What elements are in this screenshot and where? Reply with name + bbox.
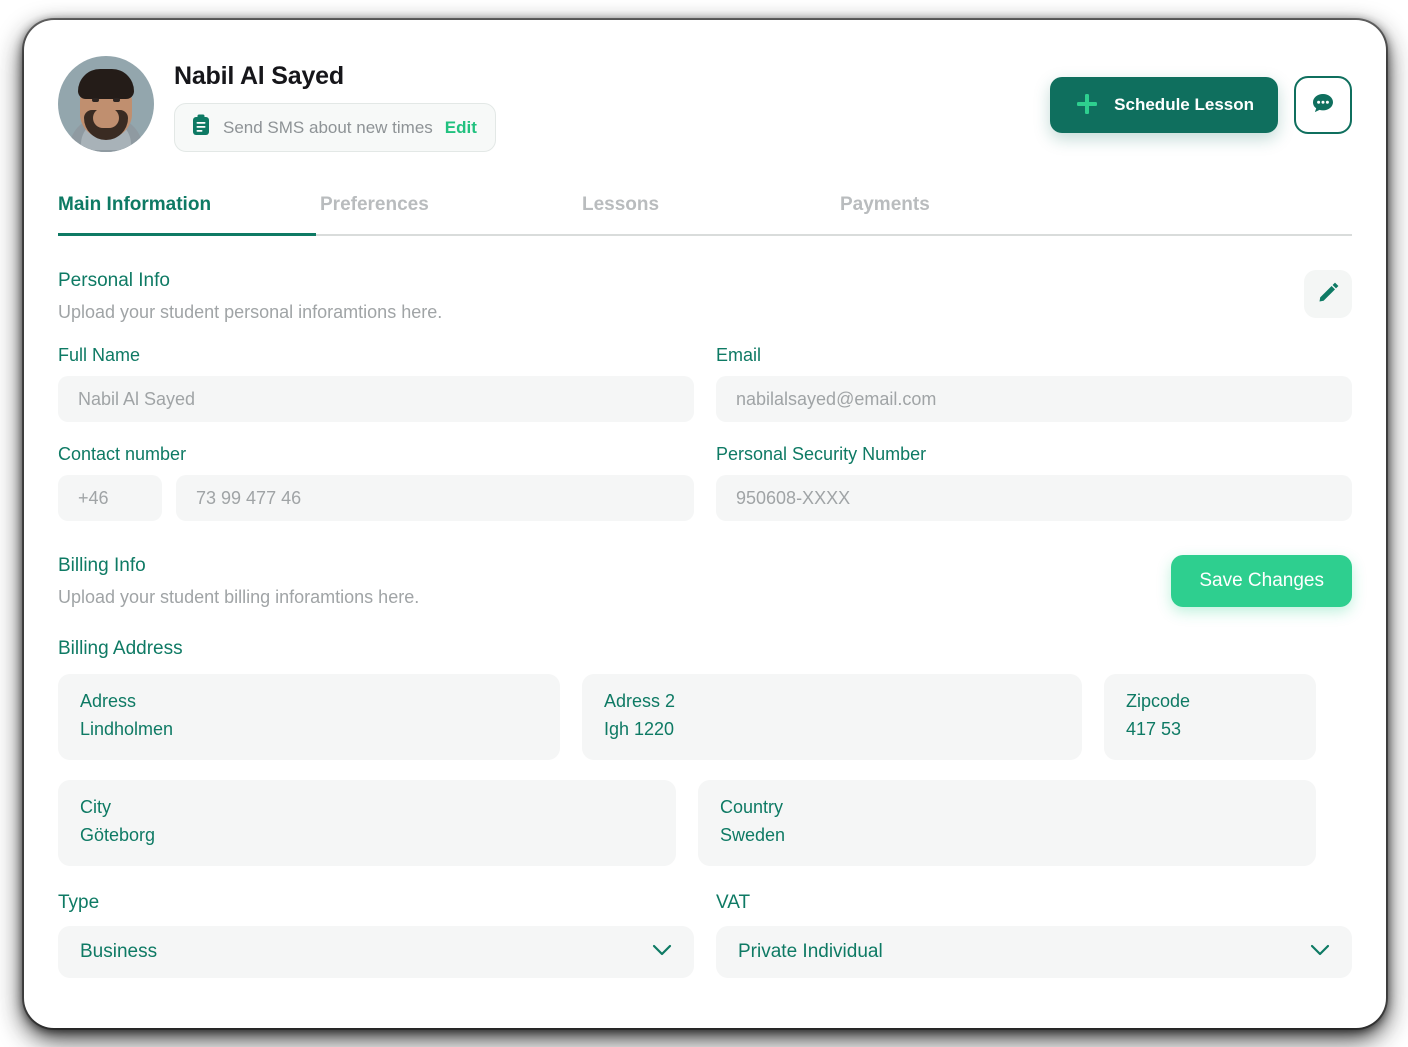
tab-preferences[interactable]: Preferences [320, 194, 582, 234]
full-name-label: Full Name [58, 345, 141, 365]
address2-field[interactable]: Adress 2 Igh 1220 [582, 674, 1082, 760]
clipboard-icon [191, 114, 211, 141]
type-select[interactable]: Business [58, 925, 694, 978]
country-field[interactable]: Country Sweden [698, 779, 1316, 866]
plus-icon [1074, 91, 1100, 120]
vat-select[interactable]: Private Individual [716, 925, 1352, 978]
personal-info-left-column: Full Name Contact number [58, 345, 694, 521]
zipcode-field[interactable]: Zipcode 417 53 [1104, 674, 1316, 760]
country-value: Sweden [720, 824, 786, 845]
personal-info-right-column: Email Personal Security Number [716, 345, 1352, 521]
chat-bubble-dots-icon [1309, 90, 1337, 121]
contact-number-row [58, 475, 694, 521]
phone-number-input[interactable] [176, 475, 694, 521]
address-label: Adress [80, 691, 137, 711]
tab-main-information[interactable]: Main Information [58, 194, 320, 234]
security-number-label: Personal Security Number [716, 444, 927, 464]
edit-personal-info-button[interactable] [1304, 270, 1352, 318]
contact-number-label: Contact number [58, 444, 187, 464]
type-select-value: Business [80, 940, 158, 962]
sms-edit-link[interactable]: Edit [445, 118, 477, 138]
city-value: Göteborg [80, 824, 156, 845]
vat-label: VAT [716, 891, 751, 913]
personal-info-fields: Full Name Contact number Email Personal … [58, 345, 1352, 521]
header-actions: Schedule Lesson [1050, 56, 1352, 134]
address-value: Lindholmen [80, 718, 174, 739]
chat-button[interactable] [1294, 76, 1352, 134]
email-label: Email [716, 345, 762, 365]
student-profile-card: Nabil Al Sayed Send SMS about new times … [24, 20, 1386, 1028]
country-code-input[interactable] [58, 475, 162, 521]
chevron-down-icon [652, 943, 672, 961]
vat-select-value: Private Individual [738, 940, 883, 962]
chevron-down-icon [1310, 943, 1330, 961]
billing-info-title: Billing Info [58, 555, 146, 576]
personal-info-header: Personal Info Upload your student person… [58, 270, 1352, 323]
type-select-wrap: Type Business [58, 892, 694, 978]
profile-tabs: Main Information Preferences Lessons Pay… [58, 194, 1352, 236]
zipcode-value: 417 53 [1126, 718, 1182, 739]
type-label: Type [58, 891, 100, 913]
sms-badge-text: Send SMS about new times [223, 117, 433, 137]
sms-reminder-badge[interactable]: Send SMS about new times Edit [174, 103, 496, 152]
billing-type-row: Type Business VAT Private Individual [58, 892, 1352, 978]
personal-info-title: Personal Info [58, 270, 170, 291]
personal-info-subtitle: Upload your student personal inforamtion… [58, 302, 443, 322]
tab-lessons[interactable]: Lessons [582, 194, 840, 234]
billing-address-heading: Billing Address [58, 638, 183, 659]
active-tab-indicator [58, 233, 316, 236]
billing-info-subtitle: Upload your student billing inforamtions… [58, 587, 420, 607]
address2-label: Adress 2 [604, 691, 676, 711]
address2-value: Igh 1220 [604, 718, 675, 739]
profile-header: Nabil Al Sayed Send SMS about new times … [58, 56, 1352, 166]
schedule-lesson-button[interactable]: Schedule Lesson [1050, 77, 1278, 133]
billing-address-row-1: Adress Lindholmen Adress 2 Igh 1220 Zipc… [58, 674, 1352, 760]
zipcode-label: Zipcode [1126, 691, 1191, 711]
city-label: City [80, 796, 111, 817]
address-field[interactable]: Adress Lindholmen [58, 674, 560, 760]
city-field[interactable]: City Göteborg [58, 779, 676, 866]
avatar [58, 56, 154, 152]
billing-info-header: Billing Info Upload your student billing… [58, 555, 1352, 608]
schedule-lesson-label: Schedule Lesson [1114, 95, 1254, 114]
pencil-icon [1317, 282, 1339, 307]
full-name-input[interactable] [58, 376, 694, 422]
name-column: Nabil Al Sayed Send SMS about new times … [174, 56, 496, 152]
billing-address-row-2: City Göteborg Country Sweden [58, 779, 1352, 866]
page-title: Nabil Al Sayed [174, 62, 344, 90]
email-field[interactable] [716, 376, 1352, 422]
vat-select-wrap: VAT Private Individual [716, 892, 1352, 978]
country-label: Country [720, 796, 784, 817]
security-number-input[interactable] [716, 475, 1352, 521]
tab-payments[interactable]: Payments [840, 194, 1040, 234]
save-changes-button[interactable]: Save Changes [1171, 555, 1352, 607]
page-background: Nabil Al Sayed Send SMS about new times … [0, 0, 1408, 1047]
student-identity: Nabil Al Sayed Send SMS about new times … [58, 56, 496, 152]
